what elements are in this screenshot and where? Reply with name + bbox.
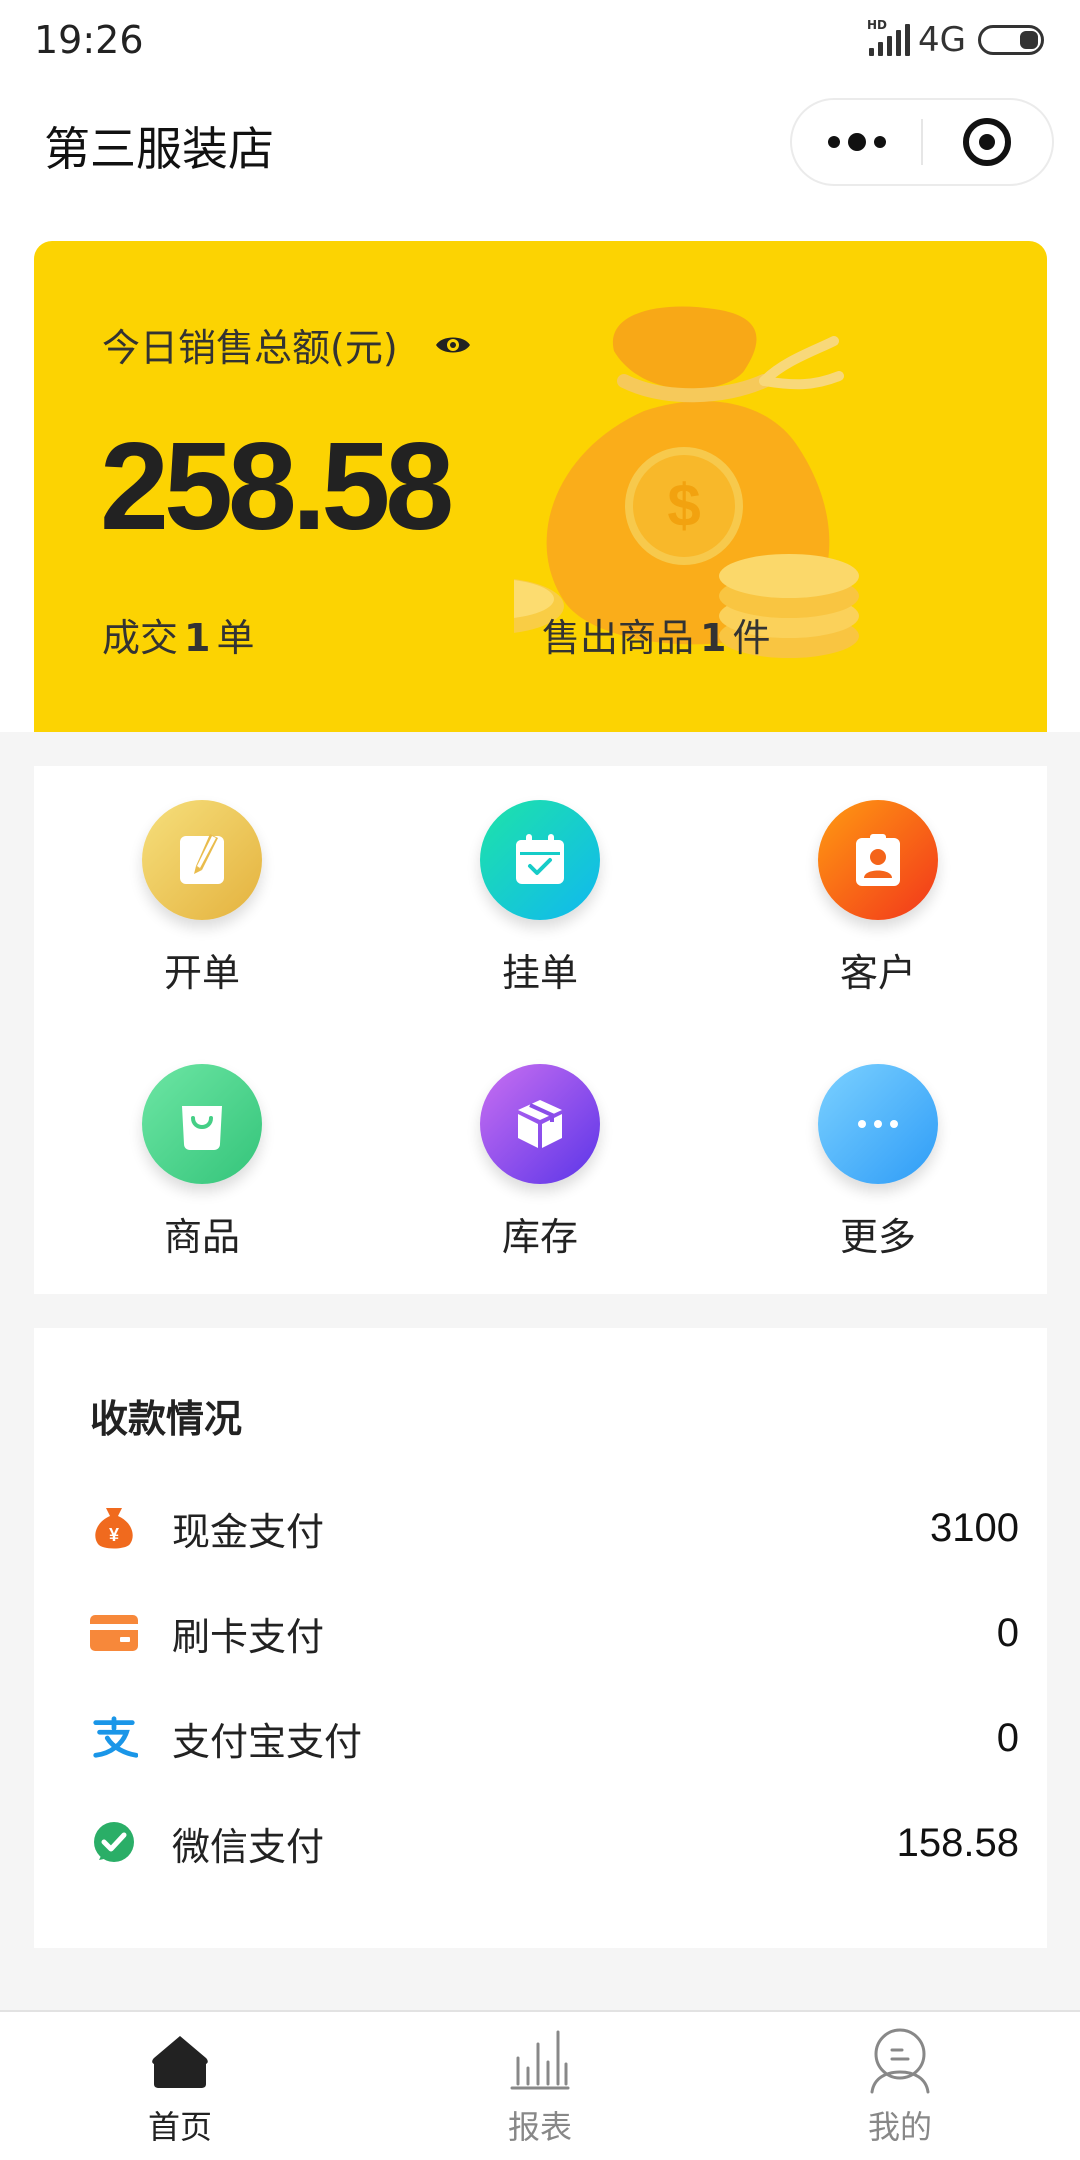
money-bag-icon: ¥ — [90, 1504, 138, 1552]
payment-row-cash[interactable]: ¥ 现金支付 3100 — [90, 1498, 1019, 1558]
sales-summary-card: $ 今日销售总额(元) 258.58 成交 1 单 售出商品 1 件 — [34, 241, 1047, 732]
tab-reports[interactable]: 报表 — [450, 2012, 630, 2160]
grid-item-pending-order[interactable]: 挂单 — [440, 800, 640, 997]
status-time: 19:26 — [34, 18, 144, 62]
payment-row-wechat[interactable]: 微信支付 158.58 — [90, 1813, 1019, 1873]
items-sold-stat: 售出商品 1 件 — [542, 607, 770, 662]
contact-card-icon — [856, 834, 900, 886]
close-circle-icon — [963, 118, 1012, 166]
svg-text:$: $ — [667, 472, 700, 539]
sales-label-row: 今日销售总额(元) — [102, 317, 472, 372]
payment-label: 刷卡支付 — [172, 1614, 325, 1659]
sales-total-label: 今日销售总额(元) — [102, 326, 398, 370]
bottom-tab-bar: 首页 报表 我的 — [0, 2010, 1080, 2160]
tab-label: 首页 — [147, 2108, 212, 2146]
grid-item-more[interactable]: 更多 — [778, 1064, 978, 1261]
payment-label: 支付宝支付 — [172, 1719, 363, 1764]
user-profile-icon — [870, 2028, 930, 2094]
grid-item-inventory[interactable]: 库存 — [440, 1064, 640, 1261]
alipay-icon — [90, 1714, 138, 1762]
svg-text:¥: ¥ — [109, 1525, 119, 1545]
payment-summary-title: 收款情况 — [90, 1397, 243, 1441]
package-box-icon — [518, 1100, 562, 1148]
pencil-note-icon — [180, 834, 224, 884]
payment-row-card[interactable]: 刷卡支付 0 — [90, 1603, 1019, 1663]
payment-row-alipay[interactable]: 支付宝支付 0 — [90, 1708, 1019, 1768]
bar-report-icon — [510, 2030, 570, 2090]
status-bar: 19:26 HD 4G — [0, 0, 1080, 80]
payment-amount: 158.58 — [896, 1820, 1019, 1865]
deals-count: 1 — [184, 616, 211, 660]
status-indicators: HD 4G — [867, 18, 1044, 60]
items-count: 1 — [700, 616, 727, 660]
payment-label: 现金支付 — [172, 1509, 325, 1554]
deals-stat: 成交 1 单 — [102, 607, 254, 662]
grid-item-customers[interactable]: 客户 — [778, 800, 978, 997]
calendar-check-icon — [516, 834, 564, 884]
shopping-bag-icon — [182, 1106, 222, 1150]
tab-label: 报表 — [507, 2108, 572, 2146]
more-dots-icon — [858, 1120, 898, 1128]
grid-item-products[interactable]: 商品 — [102, 1064, 302, 1261]
deals-prefix: 成交 — [102, 616, 179, 660]
wechat-pay-icon — [90, 1819, 138, 1867]
bank-card-icon — [90, 1609, 138, 1657]
payment-amount: 0 — [996, 1610, 1019, 1655]
items-unit: 件 — [732, 616, 771, 660]
grid-item-create-order[interactable]: 开单 — [102, 800, 302, 997]
tab-label: 我的 — [867, 2108, 932, 2146]
grid-label: 开单 — [163, 951, 240, 995]
items-prefix: 售出商品 — [542, 616, 695, 660]
grid-label: 客户 — [839, 951, 916, 995]
function-grid: 开单 挂单 客户 商品 库存 更多 — [34, 766, 1047, 1294]
more-menu-button[interactable] — [792, 100, 921, 184]
mini-program-capsule — [790, 98, 1054, 186]
signal-icon: HD — [867, 18, 911, 56]
payment-summary-card: 收款情况 ¥ 现金支付 3100 刷卡支付 0 支付宝支付 0 微信支付 158… — [34, 1328, 1047, 1948]
battery-icon — [978, 25, 1044, 55]
grid-label: 库存 — [501, 1215, 578, 1259]
eye-icon[interactable] — [434, 333, 472, 357]
page-title: 第三服装店 — [44, 122, 274, 176]
tab-profile[interactable]: 我的 — [810, 2012, 990, 2160]
sales-total-amount: 258.58 — [100, 418, 454, 556]
tab-home[interactable]: 首页 — [90, 2012, 270, 2160]
grid-label: 商品 — [163, 1215, 240, 1259]
money-bag-illustration-icon: $ — [514, 306, 859, 658]
more-dots-icon — [827, 136, 840, 148]
payment-amount: 3100 — [930, 1505, 1019, 1550]
deals-unit: 单 — [216, 616, 255, 660]
network-type: 4G — [918, 20, 966, 60]
home-icon — [152, 2036, 208, 2088]
grid-label: 挂单 — [501, 951, 578, 995]
payment-label: 微信支付 — [172, 1824, 325, 1869]
grid-label: 更多 — [839, 1215, 916, 1259]
hd-label: HD — [867, 18, 888, 32]
payment-amount: 0 — [996, 1715, 1019, 1760]
close-button[interactable] — [923, 100, 1052, 184]
